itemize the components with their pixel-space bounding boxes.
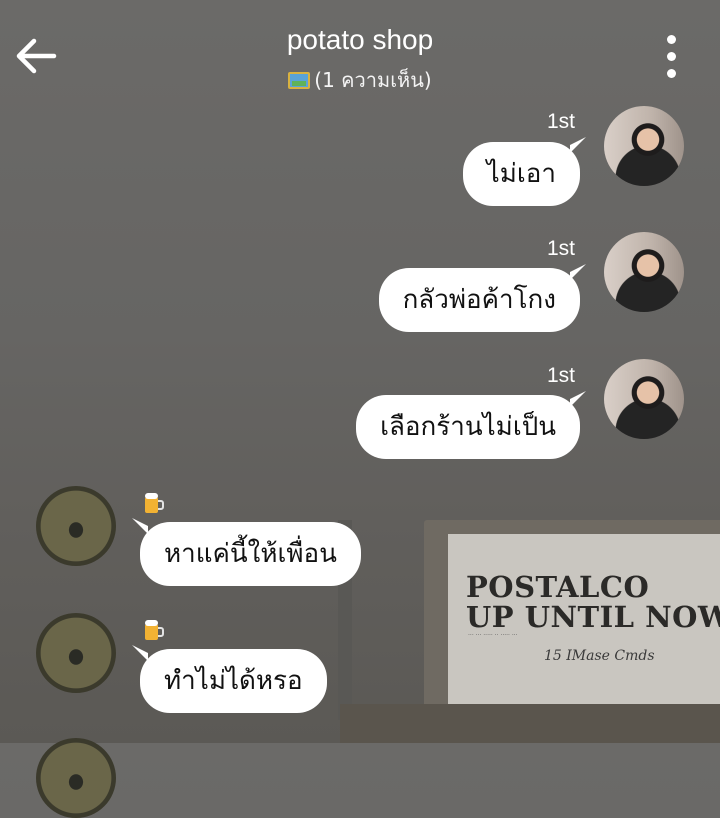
avatar[interactable]: [604, 106, 684, 186]
rank-badge: 1st: [547, 110, 576, 133]
beer-mug-icon: [145, 620, 164, 640]
comment-count: (1 ความเห็น): [314, 68, 432, 92]
beer-mug-icon: [145, 493, 164, 513]
poster-fine-print: ··· ··· ····· ·· ····· ···: [468, 632, 518, 639]
message-bubble[interactable]: เลือกร้านไม่เป็น: [356, 395, 580, 459]
background-shelf: [340, 704, 720, 743]
rank-badge: 1st: [547, 364, 576, 387]
avatar[interactable]: [36, 738, 116, 818]
avatar[interactable]: [604, 359, 684, 439]
poster-line-1: POSTALCO: [466, 570, 650, 604]
avatar[interactable]: [36, 486, 116, 566]
message-bubble[interactable]: ไม่เอา: [462, 142, 580, 206]
bubble-tail: [132, 518, 148, 534]
page-subtitle: (1 ความเห็น): [0, 64, 720, 96]
background-poster: POSTALCO UP UNTIL NOW ··· ··· ····· ·· ·…: [448, 534, 720, 714]
chat-header: potato shop (1 ความเห็น): [0, 0, 720, 100]
poster-line-2: UP UNTIL NOW: [466, 600, 720, 634]
page-title: potato shop: [286, 24, 434, 55]
image-icon: [288, 72, 311, 89]
bubble-tail: [570, 137, 586, 153]
avatar[interactable]: [604, 232, 684, 312]
message-bubble[interactable]: หาแค่นี้ให้เพื่อน: [140, 522, 361, 586]
rank-badge: 1st: [547, 237, 576, 260]
message-bubble[interactable]: ทำไม่ได้หรอ: [140, 649, 327, 713]
avatar[interactable]: [36, 613, 116, 693]
poster-signature: 15 IMase Cmds: [544, 648, 655, 664]
bubble-tail: [132, 645, 148, 661]
more-vertical-icon[interactable]: [660, 34, 684, 80]
message-bubble[interactable]: กลัวพ่อค้าโกง: [378, 268, 580, 332]
